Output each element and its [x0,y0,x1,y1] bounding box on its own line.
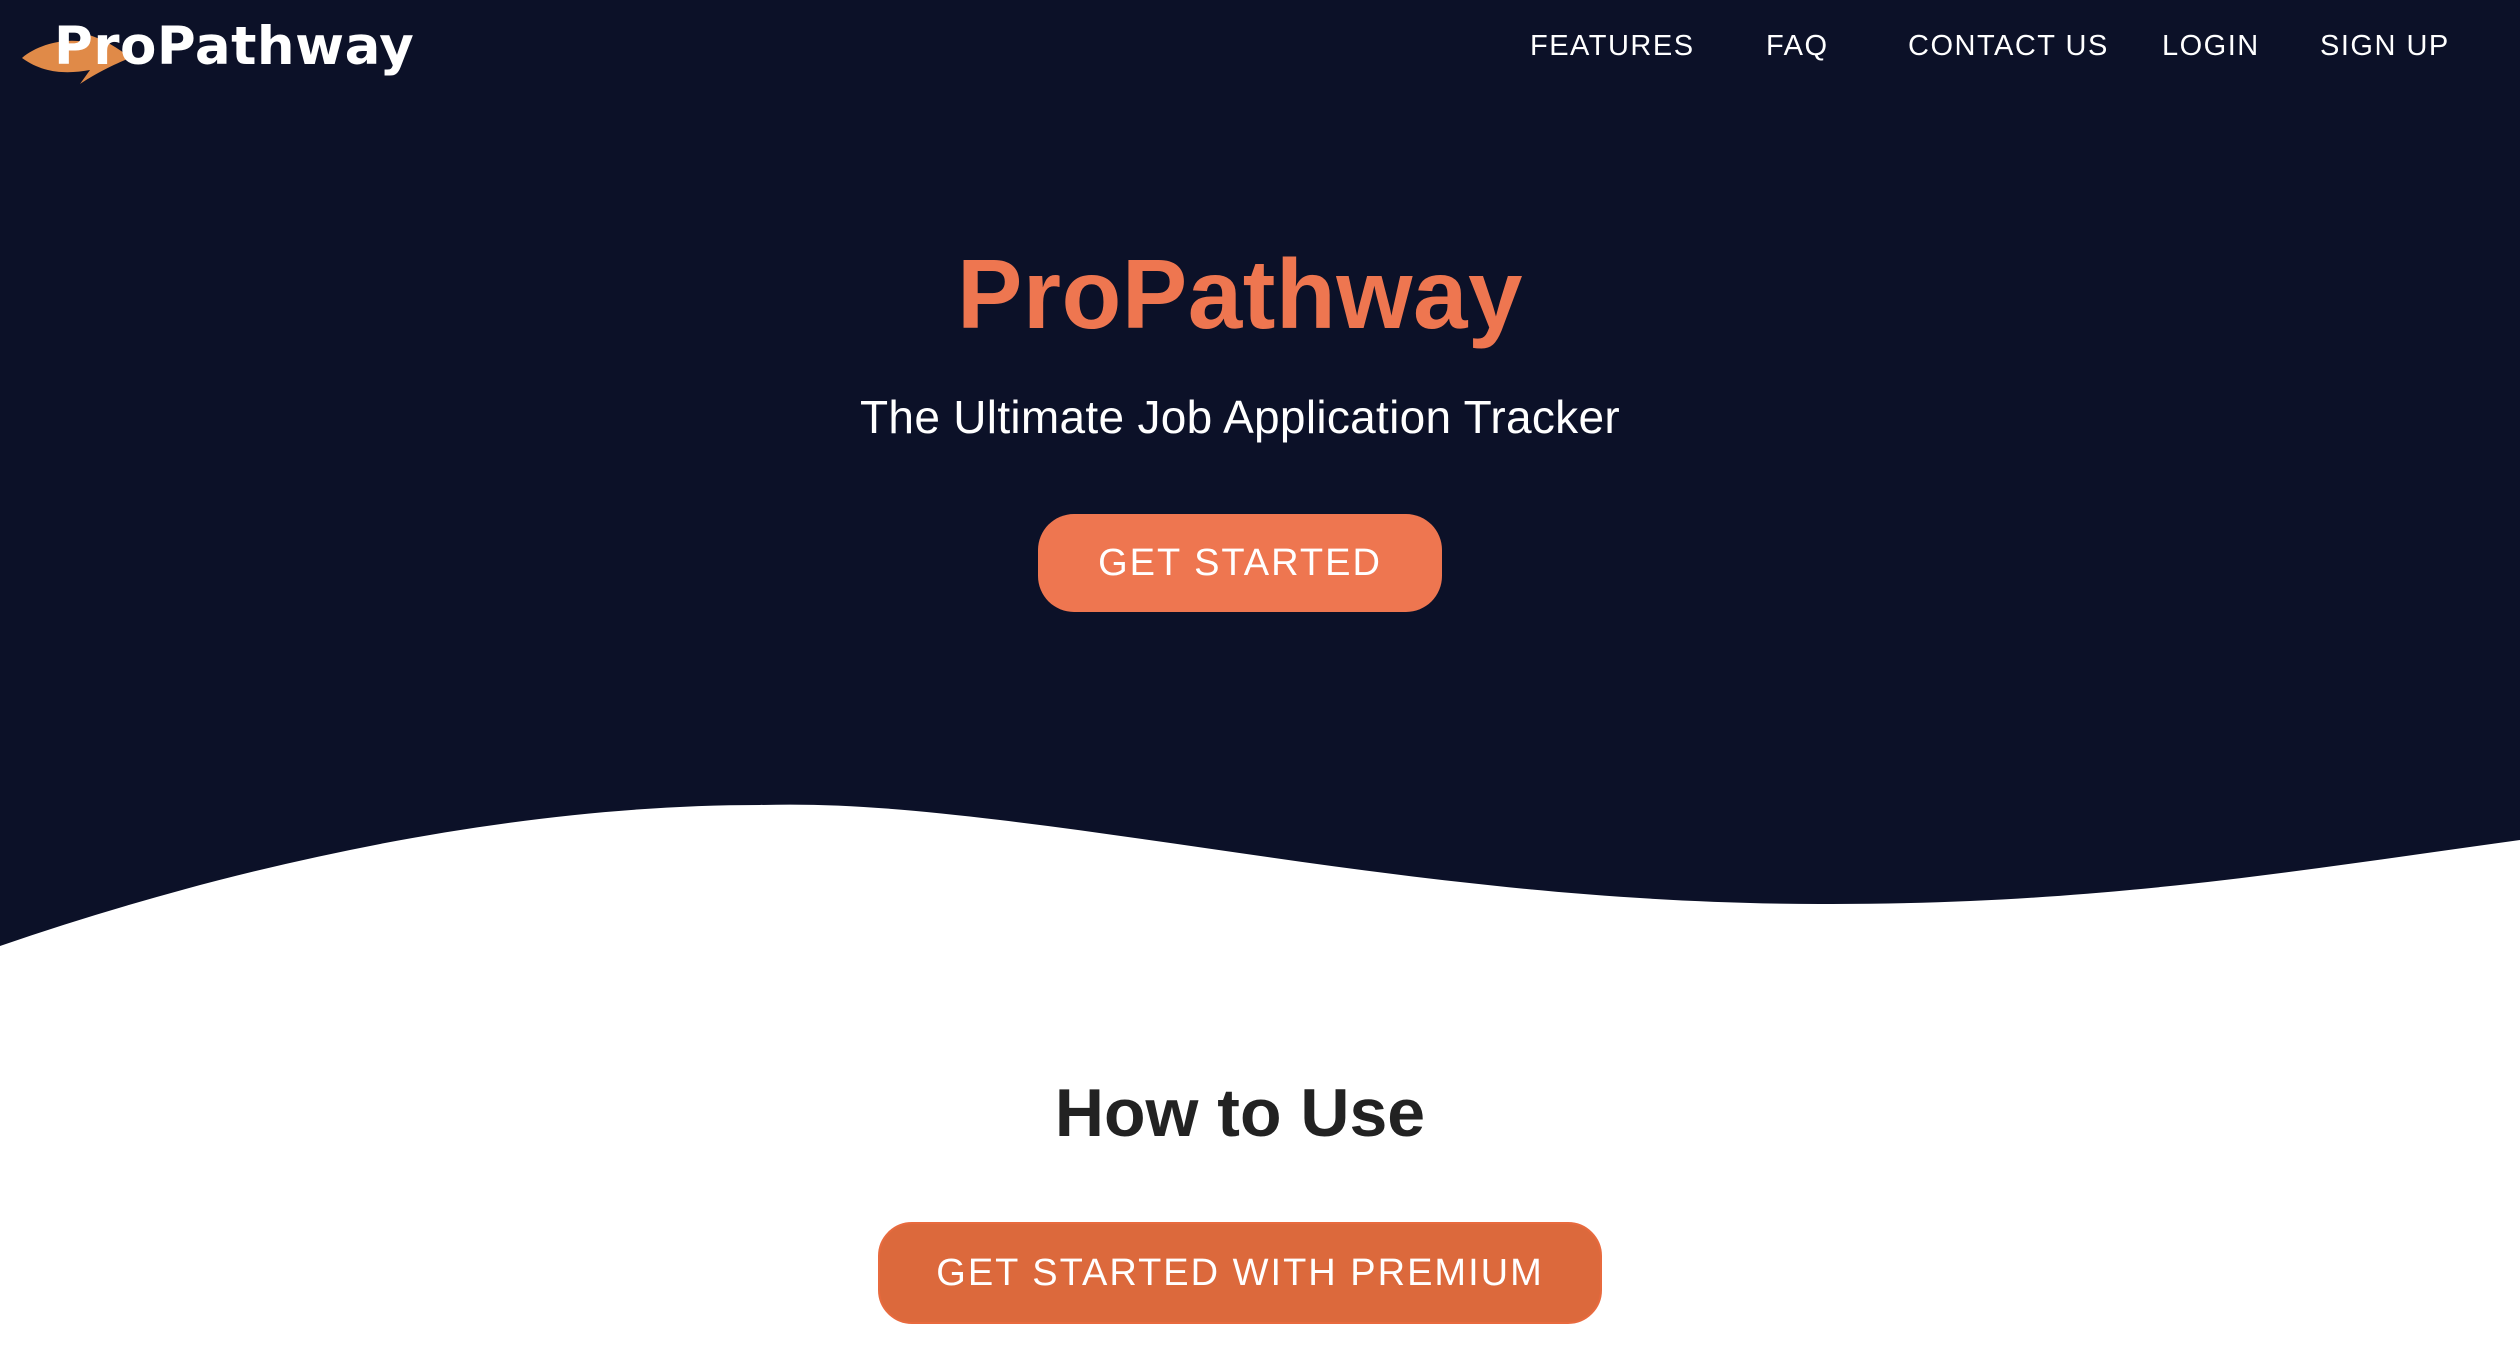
brand-logo[interactable]: ProPathway [18,14,414,86]
get-started-button[interactable]: GET STARTED [1038,514,1442,612]
nav-sign-up-link[interactable]: SIGN UP [2320,30,2450,63]
hero-subtitle: The Ultimate Job Application Tracker [860,391,1620,443]
nav-faq-link[interactable]: FAQ [1766,30,1829,63]
nav-features-link[interactable]: FEATURES [1530,30,1695,63]
hero-background-wave [0,0,2520,946]
top-navbar: ProPathway FEATURES FAQ CONTACT US LOGIN… [0,0,2520,100]
how-to-use-heading: How to Use [1054,1075,1426,1151]
get-started-premium-button[interactable]: GET STARTED WITH PREMIUM [878,1222,1602,1324]
hero-title: ProPathway [957,239,1523,349]
nav-contact-us-link[interactable]: CONTACT US [1908,30,2109,63]
landing-page: ProPathway FEATURES FAQ CONTACT US LOGIN… [0,0,2520,1364]
nav-login-link[interactable]: LOGIN [2162,30,2260,63]
logo-text: ProPathway [54,16,415,77]
